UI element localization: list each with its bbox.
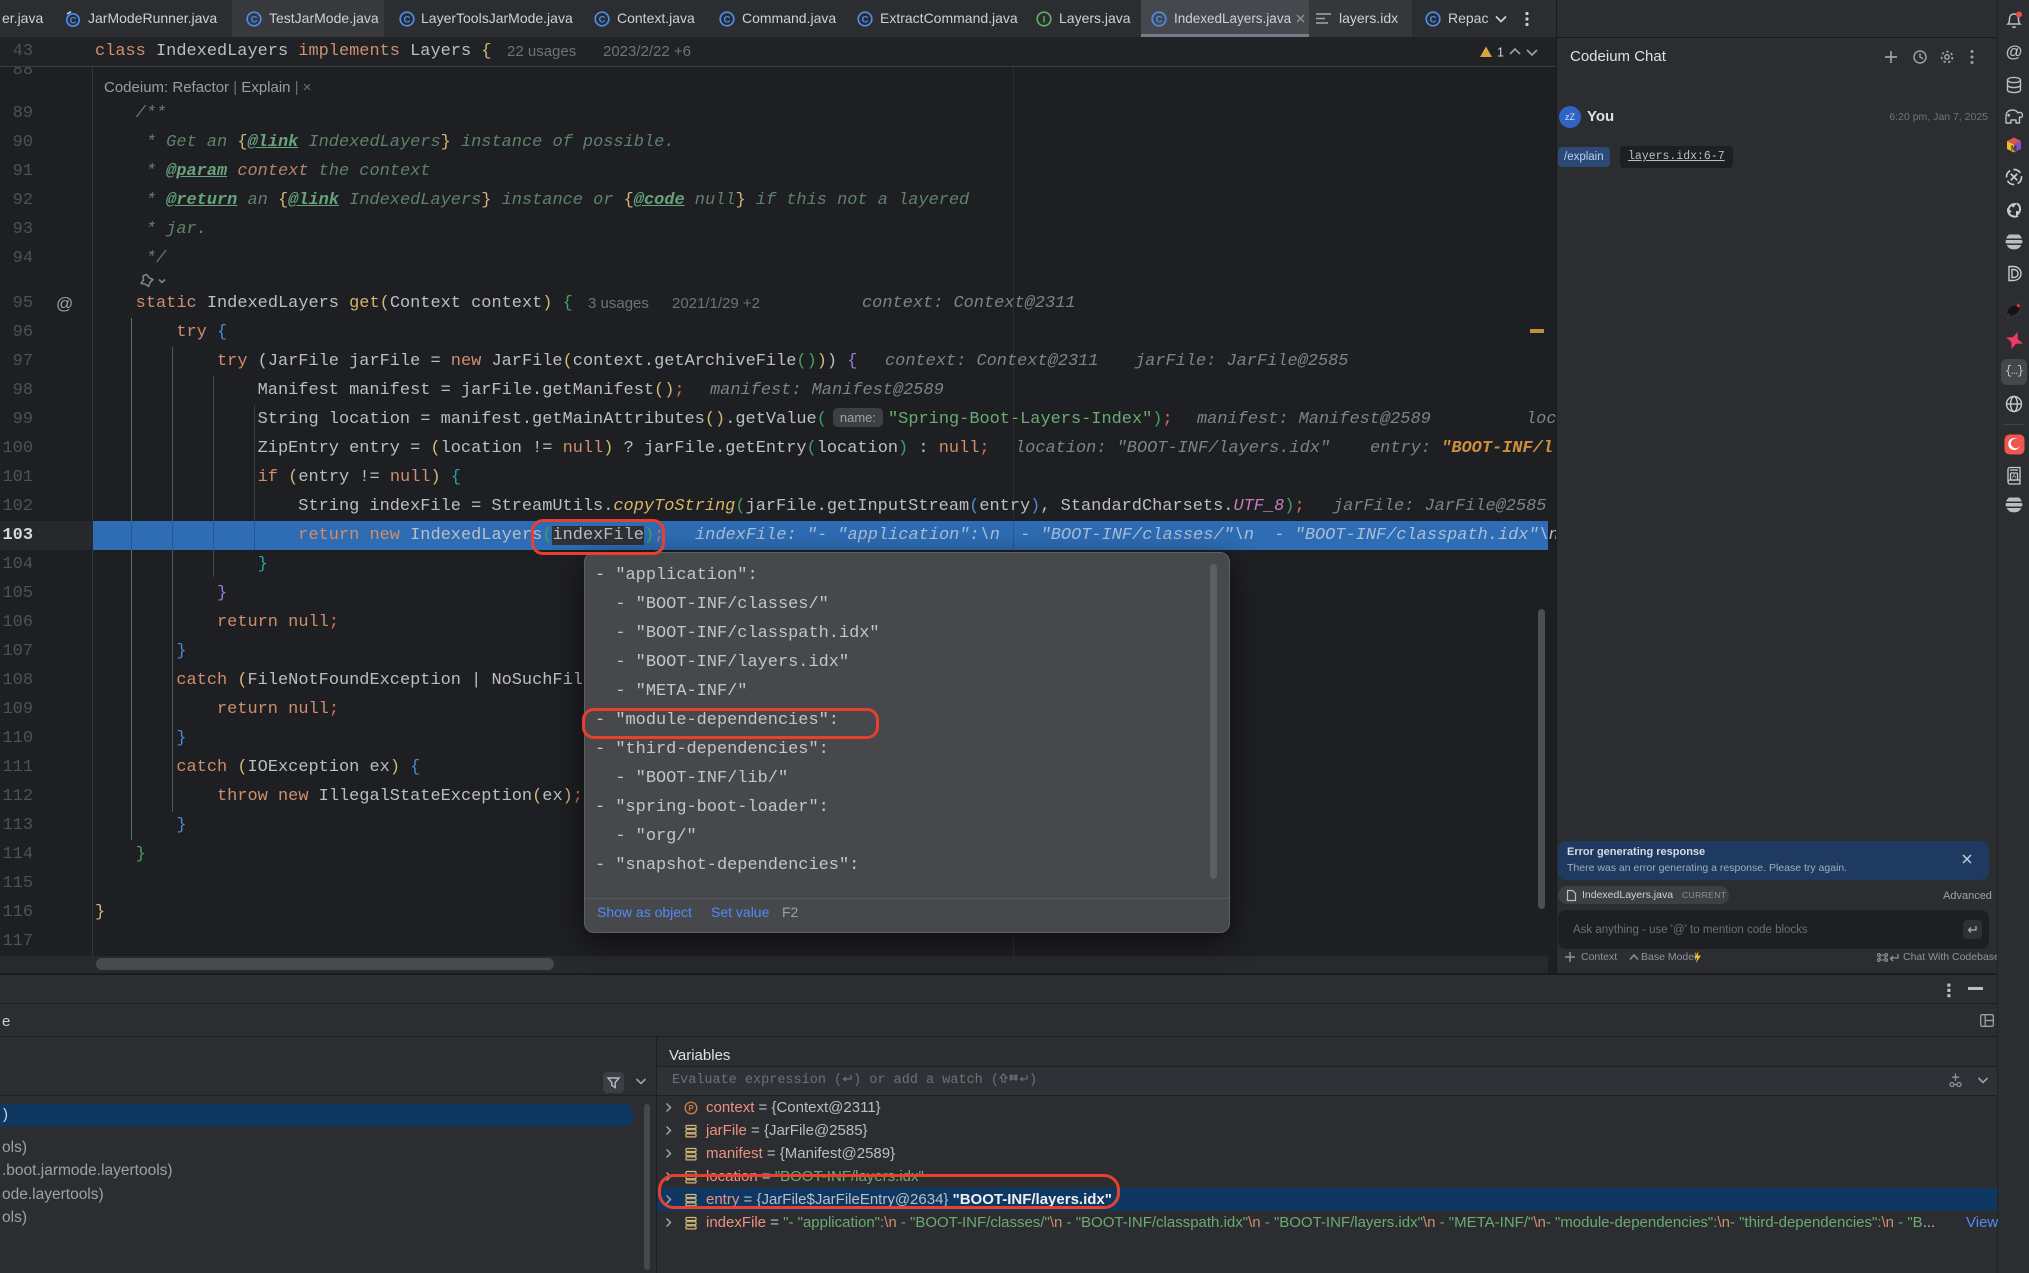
svg-text:C: C: [599, 15, 606, 26]
svg-text:1: 1: [1497, 46, 1504, 60]
svg-text:C: C: [1156, 15, 1163, 26]
svg-text:C: C: [251, 15, 258, 26]
svg-text:M: M: [2011, 146, 2017, 153]
svg-text:C: C: [724, 15, 731, 26]
svg-text:C: C: [1430, 15, 1437, 26]
svg-text:C: C: [404, 15, 411, 26]
svg-text:P: P: [688, 1104, 694, 1113]
svg-text:C: C: [862, 15, 869, 26]
svg-text:A: A: [2012, 474, 2017, 481]
svg-text:I: I: [1043, 15, 1046, 26]
svg-text:C: C: [70, 15, 77, 26]
